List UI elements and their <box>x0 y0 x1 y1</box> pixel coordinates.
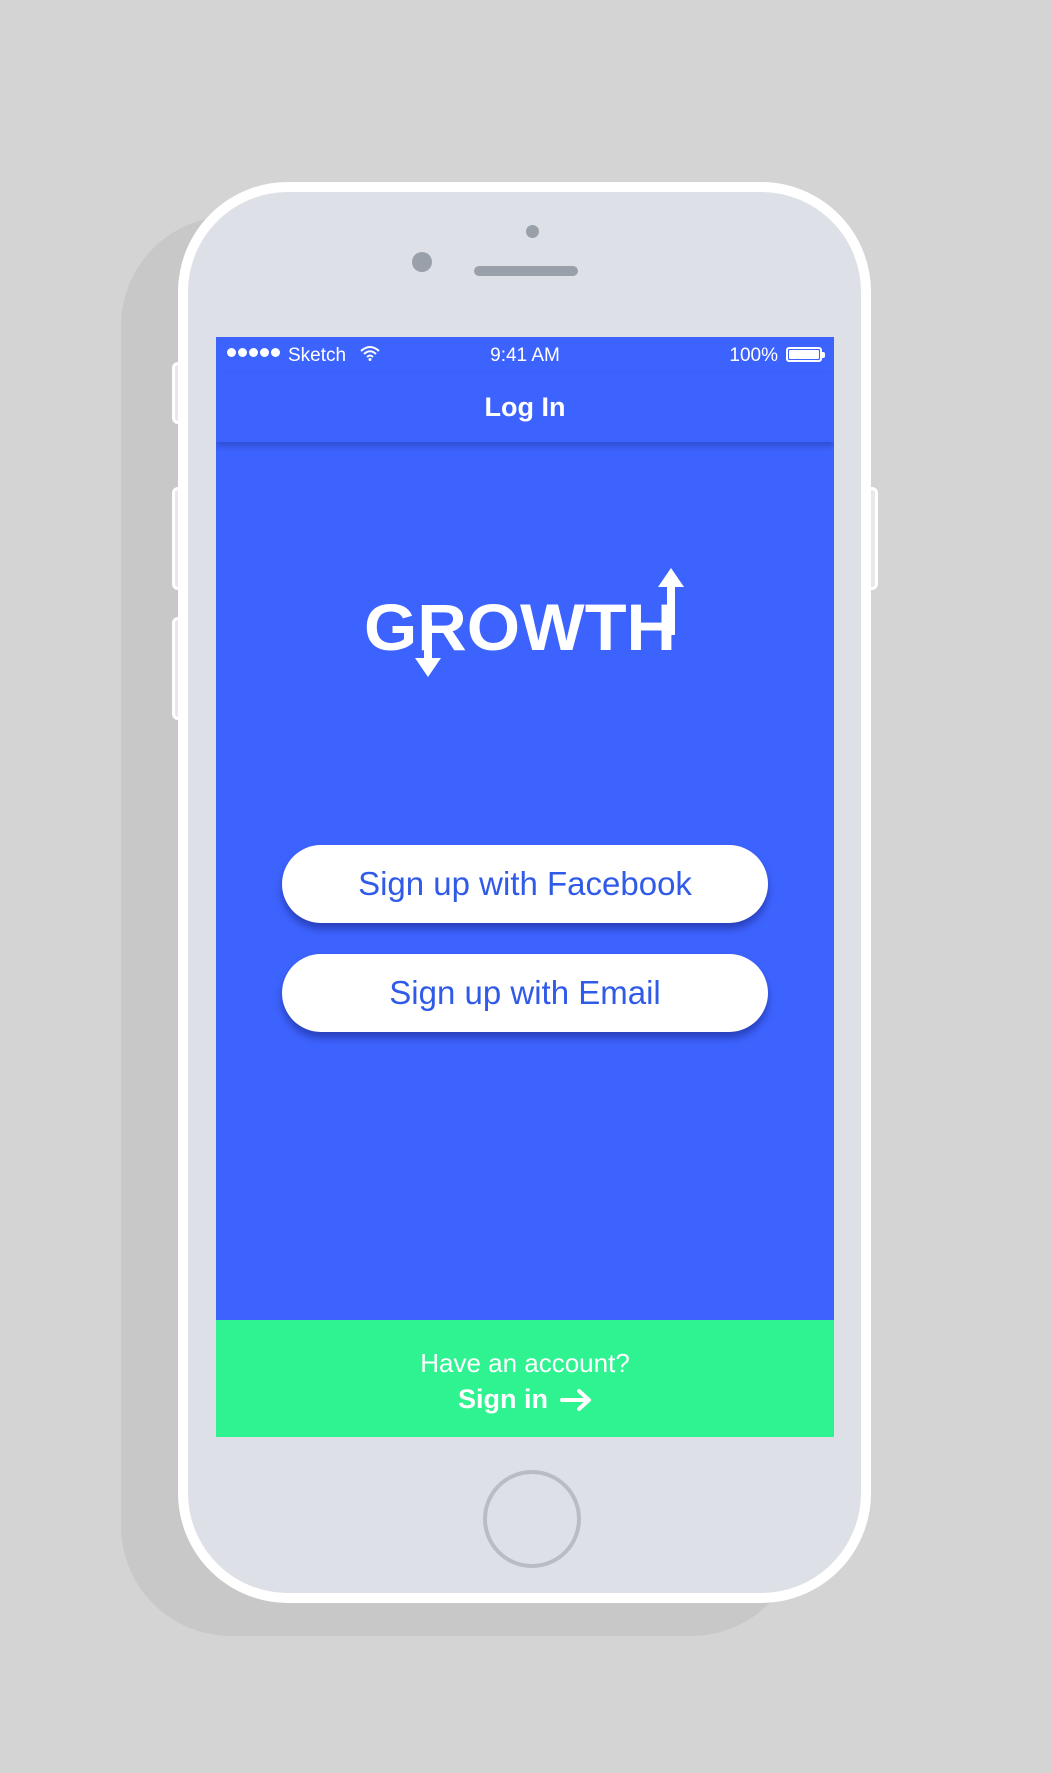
signin-label: Sign in <box>458 1384 548 1414</box>
account-prompt: Have an account? <box>420 1348 630 1378</box>
logo-text: GROWTH <box>364 590 676 664</box>
signup-email-button[interactable]: Sign up with Email <box>282 954 768 1032</box>
front-camera <box>412 252 432 272</box>
signin-footer: Have an account? Sign in <box>216 1320 834 1437</box>
arrow-right-icon <box>560 1388 591 1411</box>
signup-facebook-button[interactable]: Sign up with Facebook <box>282 845 768 923</box>
app-screen: Sketch 9:41 AM 100% Log In GROWTH Sign u… <box>216 337 834 1437</box>
earpiece-speaker <box>474 266 578 276</box>
battery-icon <box>786 347 825 362</box>
page-title: Log In <box>484 392 566 422</box>
status-bar: Sketch 9:41 AM 100% <box>216 337 834 373</box>
proximity-sensor <box>526 225 539 238</box>
home-button[interactable] <box>483 1470 581 1568</box>
signin-link[interactable]: Sign in <box>216 1384 834 1415</box>
growth-logo: GROWTH <box>364 568 684 677</box>
battery-percentage: 100% <box>729 345 778 366</box>
